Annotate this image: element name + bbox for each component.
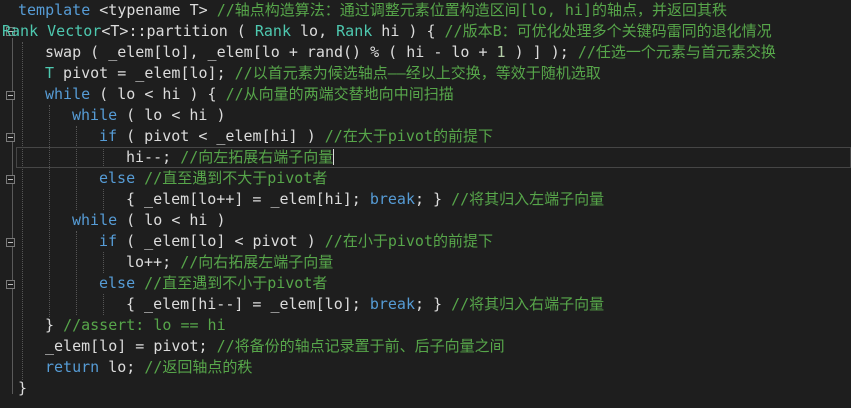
number: 1	[496, 43, 506, 61]
code-text: ( _elem[lo] < pivot )	[117, 232, 325, 250]
code-text: ; }	[415, 295, 452, 313]
indent-guide	[103, 189, 104, 210]
code-line-5[interactable]: while ( lo < hi ) { //从向量的两端交替地向中间扫描	[45, 84, 454, 105]
code-text: ( lo < hi )	[117, 211, 226, 229]
keyword: if	[99, 232, 118, 250]
code-text: { _elem[hi--] = _elem[lo];	[126, 295, 370, 313]
keyword: else	[99, 274, 136, 292]
comment: //任选一个元素与首元素交换	[577, 43, 776, 61]
keyword: while	[72, 106, 118, 124]
comment: //assert: lo == hi	[63, 316, 226, 334]
code-line-6[interactable]: while ( lo < hi )	[72, 105, 226, 126]
keyword: while	[72, 211, 118, 229]
code-text: pivot = _elem[lo];	[54, 64, 235, 82]
code-line-16[interactable]: } //assert: lo == hi	[45, 315, 226, 336]
code-line-12[interactable]: if ( _elem[lo] < pivot ) //在小于pivot的前提下	[99, 231, 493, 252]
code-line-10[interactable]: { _elem[lo++] = _elem[hi]; break; } //将其…	[126, 189, 604, 210]
keyword: break	[369, 190, 415, 208]
indent-guide	[22, 42, 23, 380]
code-text: ( lo < hi )	[117, 106, 226, 124]
comment: //直至遇到不小于pivot者	[144, 274, 328, 292]
type-name: Rank	[336, 22, 373, 40]
code-line-19[interactable]: }	[18, 378, 27, 399]
type-name: Rank	[254, 22, 291, 40]
collapse-icon[interactable]	[6, 91, 15, 100]
keyword: return	[45, 358, 100, 376]
collapse-icon[interactable]	[6, 238, 15, 247]
keyword: break	[369, 295, 415, 313]
code-text: lo;	[99, 358, 145, 376]
code-editor[interactable]: template <typename T> //轴点构造算法：通过调整元素位置构…	[0, 0, 851, 408]
code-text: ( lo < hi ) {	[90, 85, 226, 103]
code-line-3[interactable]: swap ( _elem[lo], _elem[lo + rand() % ( …	[45, 42, 776, 63]
collapse-icon[interactable]	[6, 133, 15, 142]
text-cursor	[333, 149, 335, 165]
comment: //将其归入右端子向量	[451, 295, 605, 313]
code-text: ::partition (	[128, 22, 255, 40]
type-name: T	[45, 64, 55, 82]
code-line-7[interactable]: if ( pivot < _elem[hi] ) //在大于pivot的前提下	[99, 126, 493, 147]
code-text: _elem[lo] = pivot;	[45, 337, 217, 355]
type-name: Rank	[2, 22, 48, 40]
comment: //以首元素为候选轴点——经以上交换，等效于随机选取	[234, 64, 601, 82]
code-line-18[interactable]: return lo; //返回轴点的秩	[45, 357, 252, 378]
collapse-icon[interactable]	[6, 280, 15, 289]
code-text: hi--;	[126, 148, 181, 166]
code-text: ) ] );	[505, 43, 578, 61]
code-text: lo,	[291, 22, 337, 40]
code-text: swap ( _elem[lo], _elem[lo + rand() % ( …	[45, 43, 497, 61]
code-text: }	[18, 379, 28, 397]
code-text: ; }	[415, 190, 452, 208]
code-text: }	[45, 316, 64, 334]
comment: //向右拓展左端子向量	[180, 253, 334, 271]
indent-guide	[103, 294, 104, 315]
collapse-icon[interactable]	[6, 175, 15, 184]
code-line-11[interactable]: while ( lo < hi )	[72, 210, 226, 231]
comment: //直至遇到不大于pivot者	[144, 169, 328, 187]
code-line-15[interactable]: { _elem[hi--] = _elem[lo]; break; } //将其…	[126, 294, 604, 315]
code-text: <typename T>	[99, 1, 217, 19]
code-text: hi ) {	[372, 22, 445, 40]
code-line-8[interactable]: hi--; //向左拓展右端子向量	[126, 147, 335, 168]
keyword: else	[99, 169, 136, 187]
type-name: Vector	[47, 22, 102, 40]
keyword: if	[99, 127, 118, 145]
comment: //版本B：可优化处理多个关键码雷同的退化情况	[444, 22, 772, 40]
indent-guide	[76, 231, 77, 315]
comment: //从向量的两端交替地向中间扫描	[225, 85, 454, 103]
indent-guide	[49, 105, 50, 317]
comment: //在大于pivot的前提下	[324, 127, 493, 145]
code-line-14[interactable]: else //直至遇到不小于pivot者	[99, 273, 327, 294]
code-line-2[interactable]: Rank Vector<T>::partition ( Rank lo, Ran…	[2, 21, 772, 42]
code-line-17[interactable]: _elem[lo] = pivot; //将备份的轴点记录置于前、后子向量之间	[45, 336, 505, 357]
keyword: template	[18, 1, 100, 19]
comment: //将其归入左端子向量	[451, 190, 605, 208]
indent-guide	[103, 252, 104, 273]
comment: //在小于pivot的前提下	[324, 232, 493, 250]
comment: //轴点构造算法：通过调整元素位置构造区间[lo, hi]的轴点，并返回其秩	[216, 1, 727, 19]
code-line-9[interactable]: else //直至遇到不大于pivot者	[99, 168, 327, 189]
code-line-13[interactable]: lo++; //向右拓展左端子向量	[126, 252, 333, 273]
keyword: while	[45, 85, 91, 103]
comment: //返回轴点的秩	[144, 358, 253, 376]
code-line-1[interactable]: template <typename T> //轴点构造算法：通过调整元素位置构…	[18, 0, 727, 21]
indent-guide	[76, 126, 77, 210]
code-text: { _elem[lo++] = _elem[hi];	[126, 190, 370, 208]
code-text: <T>	[101, 22, 129, 40]
comment: //向左拓展右端子向量	[180, 148, 334, 166]
code-line-4[interactable]: T pivot = _elem[lo]; //以首元素为候选轴点——经以上交换，…	[45, 63, 601, 84]
comment: //将备份的轴点记录置于前、后子向量之间	[216, 337, 505, 355]
code-text: lo++;	[126, 253, 181, 271]
code-text: ( pivot < _elem[hi] )	[117, 127, 325, 145]
